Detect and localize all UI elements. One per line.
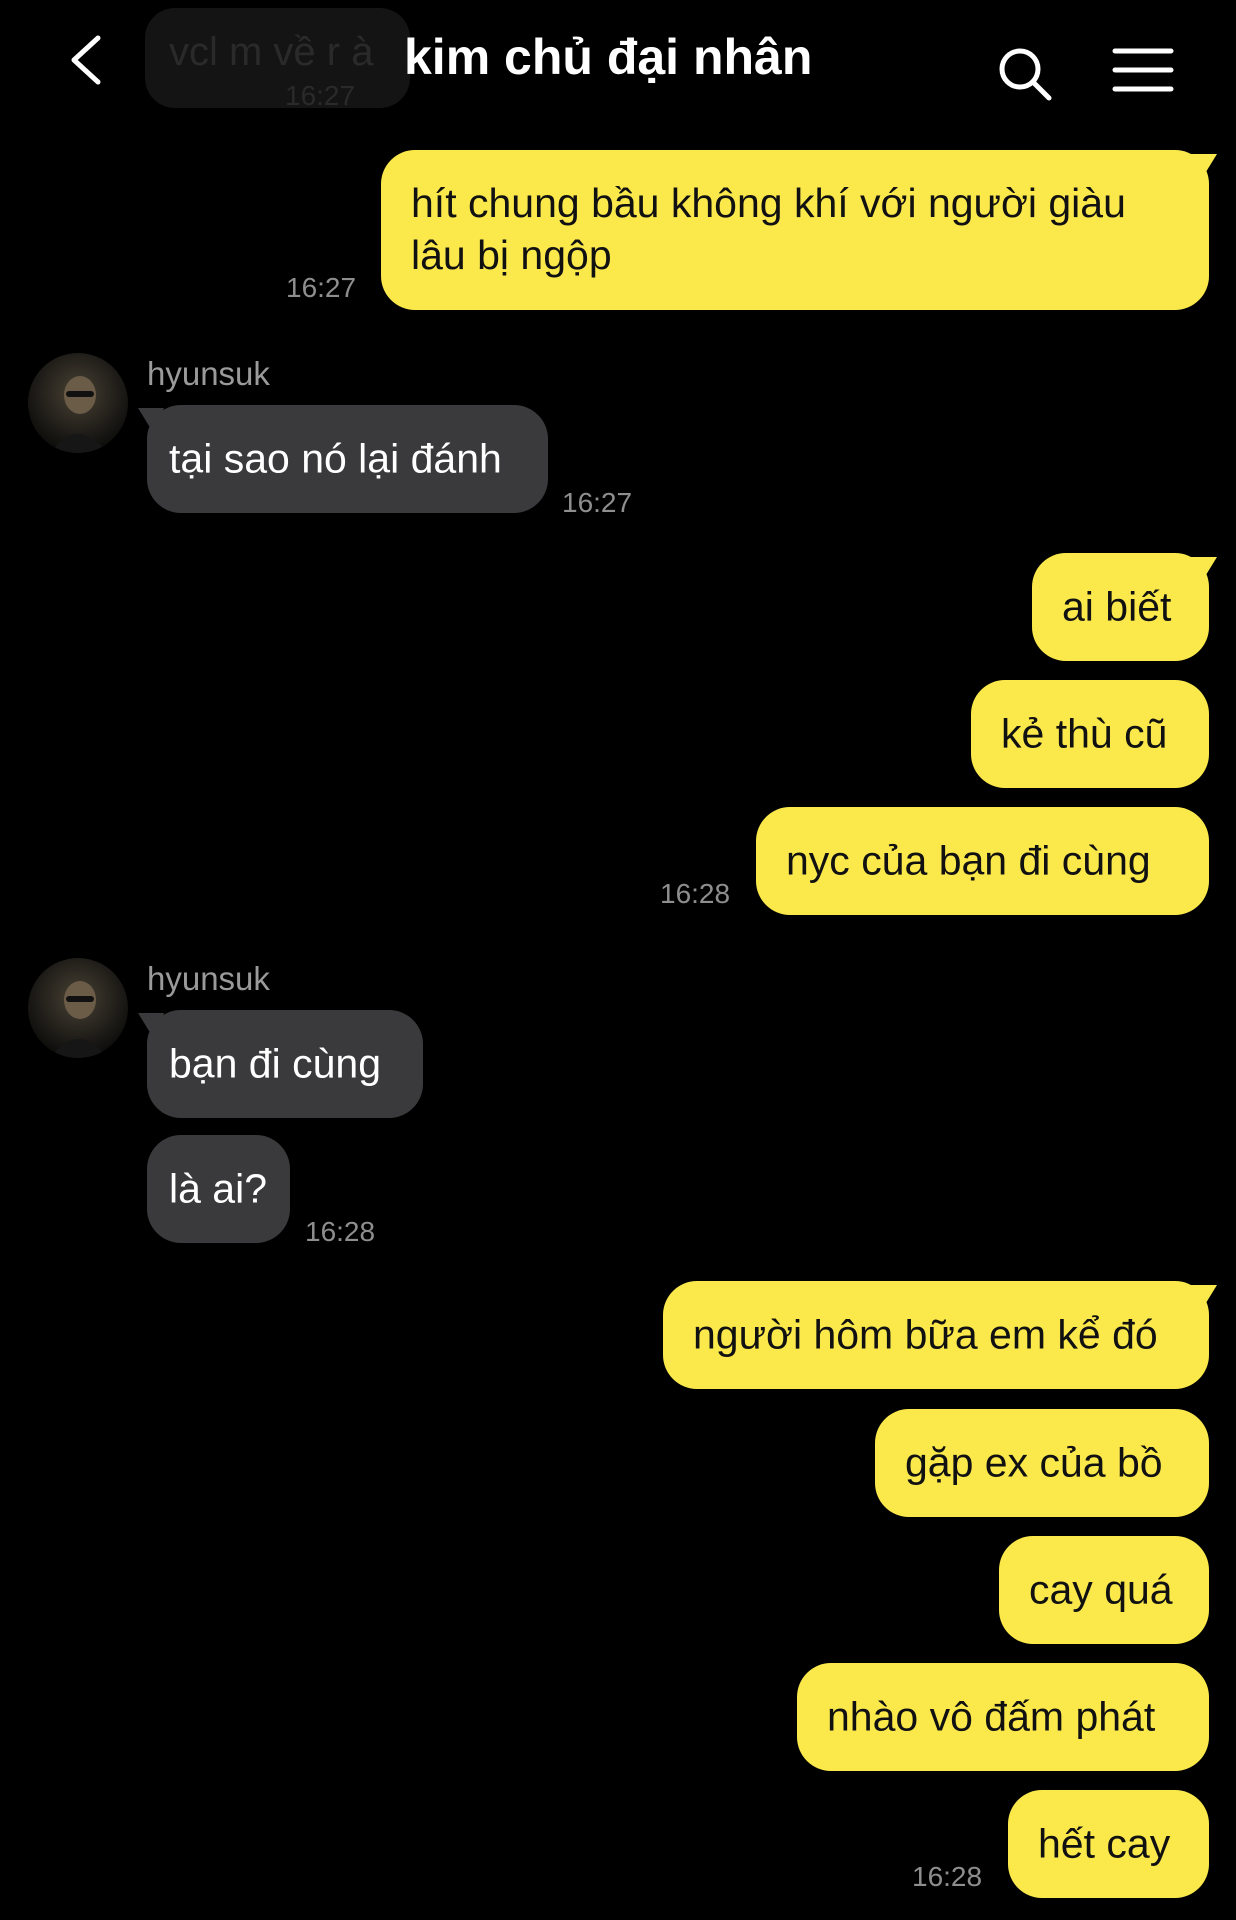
message-text: gặp ex của bồ bbox=[905, 1439, 1163, 1486]
chat-title: kim chủ đại nhân bbox=[404, 29, 813, 85]
message-text: ai biết bbox=[1062, 583, 1172, 630]
message-text: nhào vô đấm phát bbox=[827, 1693, 1156, 1740]
avatar-image bbox=[28, 958, 128, 1058]
message-text: người hôm bữa em kể đó bbox=[693, 1311, 1158, 1358]
avatar[interactable] bbox=[28, 958, 128, 1058]
message-text: hết cay bbox=[1038, 1820, 1171, 1867]
hamburger-menu-icon bbox=[1112, 48, 1174, 92]
search-button[interactable] bbox=[995, 44, 1055, 104]
chat-header: vcl m về r à 16:27 kim chủ đại nhân bbox=[0, 0, 1236, 130]
my-message-bubble[interactable]: nhào vô đấm phát bbox=[797, 1663, 1209, 1771]
message-time: 16:27 bbox=[562, 487, 633, 518]
bubble-tail-icon bbox=[1191, 154, 1217, 180]
bubble-tail-icon bbox=[138, 1013, 164, 1039]
ghost-message-time: 16:27 bbox=[285, 80, 356, 111]
back-button[interactable] bbox=[62, 30, 112, 90]
my-message-bubble[interactable]: người hôm bữa em kể đó bbox=[663, 1281, 1217, 1389]
message-text: cay quá bbox=[1029, 1566, 1173, 1613]
sender-name: hyunsuk bbox=[147, 355, 270, 392]
message-text: là ai? bbox=[169, 1165, 268, 1212]
avatar-image bbox=[28, 353, 128, 453]
ghost-message-text: vcl m về r à bbox=[169, 30, 374, 74]
bubble-tail-icon bbox=[1191, 557, 1217, 583]
sender-name: hyunsuk bbox=[147, 960, 270, 997]
message-text: bạn đi cùng bbox=[169, 1040, 382, 1087]
scrolled-message-ghost: vcl m về r à bbox=[145, 8, 410, 108]
message-time: 16:28 bbox=[660, 878, 731, 909]
my-message-bubble[interactable]: gặp ex của bồ bbox=[875, 1409, 1209, 1517]
message-text: kẻ thù cũ bbox=[1001, 710, 1168, 757]
message-text: tại sao nó lại đánh bbox=[169, 435, 502, 482]
message-time: 16:28 bbox=[305, 1216, 376, 1247]
message-text-line: lâu bị ngộp bbox=[411, 232, 612, 278]
my-message-bubble[interactable]: cay quá bbox=[999, 1536, 1209, 1644]
bubble-tail-icon bbox=[1191, 1285, 1217, 1311]
my-message-bubble[interactable]: kẻ thù cũ bbox=[971, 680, 1209, 788]
chevron-left-icon bbox=[71, 35, 101, 85]
message-text-line: hít chung bầu không khí với người giàu bbox=[411, 180, 1126, 226]
my-message-bubble[interactable]: hít chung bầu không khí với người giàu l… bbox=[381, 150, 1217, 310]
message-time: 16:27 bbox=[286, 272, 357, 303]
message-time: 16:28 bbox=[912, 1861, 983, 1892]
their-message-bubble[interactable]: bạn đi cùng bbox=[138, 1010, 423, 1118]
their-message-bubble[interactable]: là ai? bbox=[147, 1135, 290, 1243]
my-message-bubble[interactable]: nyc của bạn đi cùng bbox=[756, 807, 1209, 915]
menu-button[interactable] bbox=[1112, 45, 1174, 95]
my-message-bubble[interactable]: hết cay bbox=[1008, 1790, 1209, 1898]
message-text: nyc của bạn đi cùng bbox=[786, 837, 1151, 884]
their-message-bubble[interactable]: tại sao nó lại đánh bbox=[138, 405, 548, 513]
avatar[interactable] bbox=[28, 353, 128, 453]
bubble-tail-icon bbox=[138, 408, 164, 434]
search-icon bbox=[999, 48, 1052, 101]
my-message-bubble[interactable]: ai biết bbox=[1032, 553, 1217, 661]
